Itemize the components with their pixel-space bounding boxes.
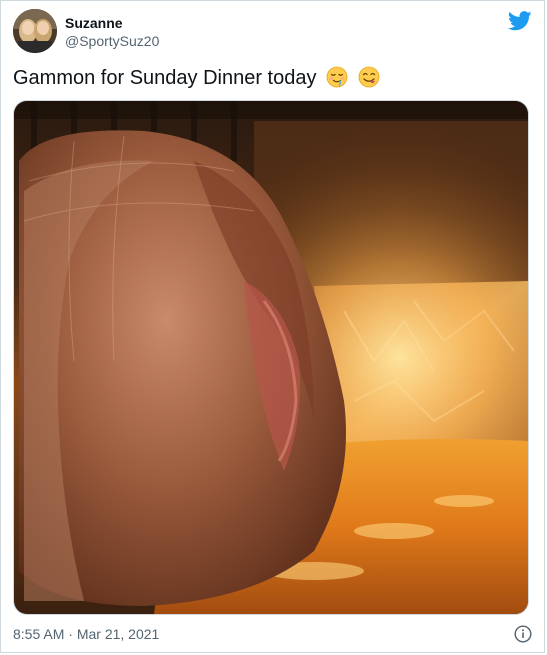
tweet-header: Suzanne @SportySuz20 — [13, 9, 532, 55]
savoring-food-face-icon — [358, 66, 380, 88]
twitter-bird-icon[interactable] — [507, 11, 532, 31]
avatar[interactable] — [13, 9, 57, 53]
tweet-photo[interactable] — [13, 100, 529, 615]
author-names: Suzanne @SportySuz20 — [65, 14, 159, 50]
drooling-face-icon — [326, 66, 348, 88]
tweet-date: Mar 21, 2021 — [76, 626, 160, 642]
tweet-timestamp[interactable]: 8:55 AM · Mar 21, 2021 — [13, 625, 159, 643]
handle[interactable]: @SportySuz20 — [65, 32, 159, 50]
tweet-card: Suzanne @SportySuz20 Gammon for Sunday D… — [0, 0, 545, 653]
timestamp-separator: · — [68, 626, 73, 642]
display-name[interactable]: Suzanne — [65, 14, 159, 32]
tweet-text: Gammon for Sunday Dinner today — [13, 65, 380, 91]
info-circle-icon[interactable] — [514, 625, 532, 643]
tweet-text-body: Gammon for Sunday Dinner today — [13, 67, 317, 89]
tweet-time: 8:55 AM — [13, 626, 65, 642]
